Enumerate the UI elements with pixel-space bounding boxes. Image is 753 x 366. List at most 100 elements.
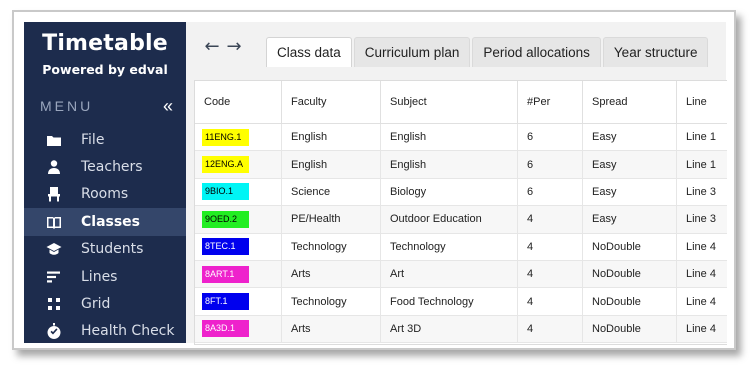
faculty-cell[interactable]: English bbox=[281, 150, 381, 179]
line-cell[interactable]: Line 4 bbox=[676, 260, 727, 289]
app-subtitle: Powered by edval bbox=[42, 62, 168, 77]
per-cell[interactable]: 6 bbox=[517, 123, 583, 152]
table-row[interactable]: 8ART.1ArtsArt4NoDoubleLine 42 bbox=[195, 260, 727, 289]
sidebar-item-lines[interactable]: Lines bbox=[24, 263, 186, 290]
sidebar-item-label: Classes bbox=[81, 213, 141, 230]
sidebar-item-grid[interactable]: Grid bbox=[24, 290, 186, 317]
column-header-subject[interactable]: Subject bbox=[380, 81, 518, 124]
table-row[interactable]: 9OED.2 PE/Health Outdoor Education 4 Easy Lin… bbox=[195, 205, 727, 234]
spread-cell[interactable]: Easy bbox=[582, 178, 677, 207]
faculty-cell[interactable]: English bbox=[281, 123, 381, 152]
sidebar-item-label: Grid bbox=[81, 296, 111, 313]
faculty-cell[interactable]: PE/Health bbox=[281, 205, 381, 234]
subject-cell[interactable]: Outdoor Education bbox=[380, 205, 518, 234]
spread-cell[interactable]: NoDouble bbox=[582, 315, 677, 344]
per-cell[interactable]: 4 bbox=[517, 260, 583, 289]
sidebar-nav: File Teachers Rooms Classes Students Lines Gri… bbox=[24, 126, 186, 345]
per-cell[interactable]: 4 bbox=[517, 205, 583, 234]
column-header-line[interactable]: Line bbox=[676, 81, 727, 124]
faculty-cell[interactable]: Science bbox=[281, 178, 381, 207]
sidebar-item-teachers[interactable]: Teachers bbox=[24, 153, 186, 180]
sidebar-item-classes[interactable]: Classes bbox=[24, 208, 186, 236]
class-code-badge: 8A3D.1 bbox=[202, 320, 249, 338]
subject-cell[interactable]: Biology bbox=[380, 178, 518, 207]
subject-cell[interactable]: English bbox=[380, 123, 518, 152]
column-header-spread[interactable]: Spread bbox=[582, 81, 677, 124]
back-arrow-icon[interactable]: ← bbox=[204, 36, 220, 57]
tab-class-data[interactable]: Class data bbox=[266, 37, 352, 67]
spread-cell[interactable]: NoDouble bbox=[582, 233, 677, 261]
code-cell[interactable]: 12ENG.A bbox=[195, 150, 282, 179]
table-row[interactable]: 9BIO.1ScienceBiology6EasyLine 31,2 bbox=[195, 178, 727, 207]
table-row[interactable]: 8A3D.1ArtsArt 3D4NoDoubleLine 44 bbox=[195, 315, 727, 344]
subject-cell[interactable]: Food Technology bbox=[380, 287, 518, 316]
table-row[interactable]: 11ENG.1EnglishEnglish6EasyLine 11,2,3 bbox=[195, 123, 727, 152]
sidebar-item-file[interactable]: File bbox=[24, 126, 186, 153]
code-cell[interactable]: 8TEC.1 bbox=[195, 233, 282, 261]
line-cell[interactable]: Line 1 bbox=[676, 150, 727, 179]
code-cell[interactable]: 8A3D.1 bbox=[195, 315, 282, 344]
menu-heading: MENU « bbox=[40, 96, 173, 117]
subject-cell[interactable]: Art bbox=[380, 260, 518, 289]
code-cell[interactable]: 9OED.2 bbox=[195, 205, 282, 234]
table-row[interactable]: 8FT.1 Technology Food Technology 4 NoDouble L… bbox=[195, 287, 727, 316]
code-cell[interactable]: 8FT.1 bbox=[195, 287, 282, 316]
code-cell[interactable]: 9BIO.1 bbox=[195, 178, 282, 207]
sidebar-item-label: Students bbox=[81, 241, 144, 258]
class-code-badge: 9BIO.1 bbox=[202, 183, 249, 201]
main-panel: ← → Class data Curriculum plan Period allo… bbox=[186, 22, 727, 345]
class-data-table-container: CodeFacultySubject#PerSpreadLineLinkRot … bbox=[194, 80, 727, 345]
spread-cell[interactable]: NoDouble bbox=[582, 287, 677, 316]
lines-icon bbox=[46, 269, 62, 285]
column-header-per[interactable]: #Per bbox=[517, 81, 583, 124]
spread-cell[interactable]: Easy bbox=[582, 205, 677, 234]
table-row[interactable]: 12ENG.AEnglishEnglish6EasyLine 14 bbox=[195, 150, 727, 179]
faculty-cell[interactable]: Arts bbox=[281, 260, 381, 289]
tab-bar: ← → Class data Curriculum plan Period allo… bbox=[186, 22, 726, 67]
code-cell[interactable]: 11ENG.1 bbox=[195, 123, 282, 152]
line-cell[interactable]: Line 3 bbox=[676, 178, 727, 207]
spread-cell[interactable]: Easy bbox=[582, 150, 677, 179]
collapse-menu-button[interactable]: « bbox=[163, 96, 173, 117]
grid-icon bbox=[46, 296, 62, 312]
tab-period-allocations[interactable]: Period allocations bbox=[472, 37, 601, 67]
class-code-badge: 8ART.1 bbox=[202, 265, 249, 283]
code-cell[interactable]: 8ART.1 bbox=[195, 260, 282, 289]
class-data-table: CodeFacultySubject#PerSpreadLineLinkRot … bbox=[195, 81, 727, 344]
per-cell[interactable]: 4 bbox=[517, 233, 583, 261]
per-cell[interactable]: 6 bbox=[517, 178, 583, 207]
table-row[interactable]: 8TEC.1 Technology Technology 4 NoDouble Line … bbox=[195, 233, 727, 261]
health-check-icon bbox=[46, 323, 62, 340]
column-header-faculty[interactable]: Faculty bbox=[281, 81, 381, 124]
line-cell[interactable]: Line 3 bbox=[676, 205, 727, 234]
tab-year-structure[interactable]: Year structure bbox=[602, 37, 709, 67]
subject-cell[interactable]: Technology bbox=[380, 233, 518, 261]
menu-heading-label: MENU bbox=[40, 98, 94, 114]
faculty-cell[interactable]: Technology bbox=[281, 233, 381, 261]
per-cell[interactable]: 4 bbox=[517, 315, 583, 344]
sidebar-item-label: Lines bbox=[81, 268, 118, 285]
sidebar-item-health-check[interactable]: Health Check bbox=[24, 318, 186, 345]
subject-cell[interactable]: English bbox=[380, 150, 518, 179]
spread-cell[interactable]: Easy bbox=[582, 123, 677, 152]
sidebar-item-rooms[interactable]: Rooms bbox=[24, 181, 186, 208]
forward-arrow-icon[interactable]: → bbox=[226, 36, 242, 57]
faculty-cell[interactable]: Arts bbox=[281, 315, 381, 344]
column-header-code[interactable]: Code bbox=[195, 81, 282, 124]
line-cell[interactable]: Line 1 bbox=[676, 123, 727, 152]
subject-cell[interactable]: Art 3D bbox=[380, 315, 518, 344]
line-cell[interactable]: Line 4 bbox=[676, 315, 727, 344]
class-code-badge: 8FT.1 bbox=[202, 293, 249, 311]
history-nav: ← → bbox=[204, 36, 242, 57]
spread-cell[interactable]: NoDouble bbox=[582, 260, 677, 289]
line-cell[interactable]: Line 4 bbox=[676, 287, 727, 316]
sidebar-item-students[interactable]: Students bbox=[24, 236, 186, 263]
tab-curriculum-plan[interactable]: Curriculum plan bbox=[353, 37, 471, 67]
line-cell[interactable]: Line 4 bbox=[676, 233, 727, 261]
book-icon bbox=[46, 214, 62, 230]
app-title: Timetable bbox=[42, 31, 168, 56]
per-cell[interactable]: 6 bbox=[517, 150, 583, 179]
faculty-cell[interactable]: Technology bbox=[281, 287, 381, 316]
sidebar-item-label: Rooms bbox=[81, 186, 129, 203]
per-cell[interactable]: 4 bbox=[517, 287, 583, 316]
